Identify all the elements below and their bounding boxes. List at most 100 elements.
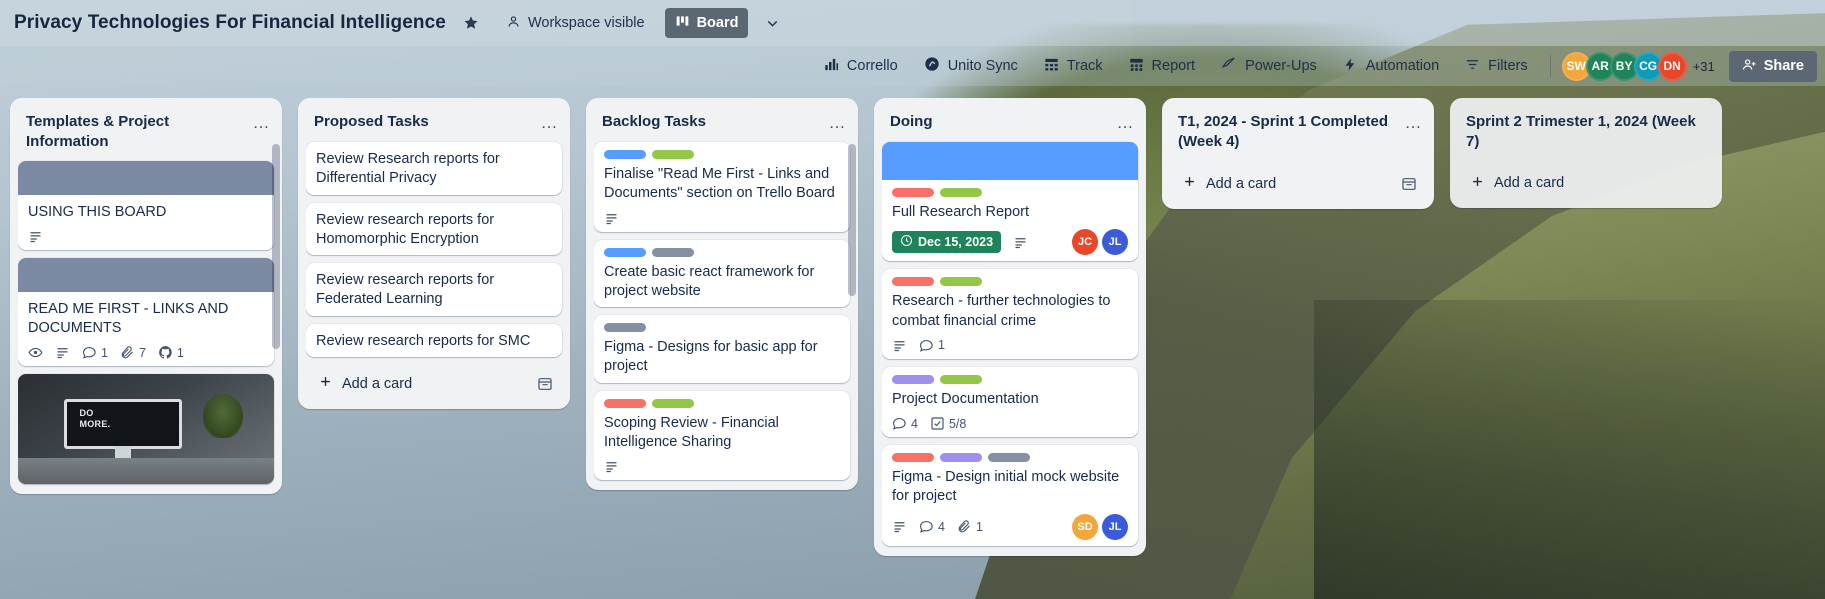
- label-green[interactable]: [940, 374, 982, 384]
- avatar[interactable]: JL: [1102, 513, 1128, 540]
- filters-button[interactable]: Filters: [1454, 51, 1538, 81]
- card-title: Figma - Designs for basic app for projec…: [604, 339, 818, 375]
- card-read-me-first[interactable]: READ ME FIRST - LINKS AND DOCUMENTS 1 7 …: [18, 257, 274, 367]
- label-red[interactable]: [892, 453, 934, 463]
- list-menu-icon[interactable]: …: [824, 110, 850, 136]
- list-scrollbar[interactable]: [272, 144, 280, 486]
- github-count: 1: [176, 345, 184, 360]
- avatar[interactable]: SD: [1072, 513, 1098, 540]
- list-title[interactable]: Doing: [886, 110, 1106, 134]
- star-icon[interactable]: [456, 8, 486, 38]
- add-card-button[interactable]: Add a card: [1466, 171, 1710, 196]
- card-badges: 1 7 1: [28, 345, 264, 360]
- label-green[interactable]: [652, 150, 694, 159]
- avatar-initials: CG: [1639, 59, 1658, 73]
- card-badges: [604, 211, 840, 226]
- share-button[interactable]: Share: [1728, 50, 1817, 82]
- power-up-track-label: Track: [1066, 58, 1103, 74]
- filters-label: Filters: [1488, 58, 1528, 74]
- board-top-bar: Privacy Technologies For Financial Intel…: [0, 0, 1825, 46]
- view-switcher-board-button[interactable]: Board: [664, 8, 749, 38]
- label-blue[interactable]: [604, 247, 646, 257]
- power-up-report[interactable]: Report: [1118, 51, 1207, 81]
- card-title: READ ME FIRST - LINKS AND DOCUMENTS: [28, 300, 229, 337]
- card-using-this-board[interactable]: USING THIS BOARD: [18, 160, 274, 250]
- workspace-visibility-button[interactable]: Workspace visible: [496, 8, 655, 38]
- card-labels: [892, 188, 1128, 197]
- label-red[interactable]: [604, 398, 646, 408]
- plus-icon: [1470, 174, 1485, 193]
- list-title[interactable]: Proposed Tasks: [310, 110, 530, 134]
- card-title: Research - further technologies to comba…: [892, 293, 1111, 329]
- card-figma-designs-basic-app[interactable]: Figma - Designs for basic app for projec…: [594, 315, 850, 383]
- avatar-overflow-count[interactable]: +31: [1693, 59, 1715, 74]
- checklist-count: 5/8: [948, 416, 967, 431]
- list-title[interactable]: Templates & Project Information: [22, 110, 242, 155]
- list-title[interactable]: Sprint 2 Trimester 1, 2024 (Week 7): [1462, 110, 1714, 155]
- card-photo-do-more[interactable]: DO MORE.: [18, 374, 274, 485]
- power-up-track[interactable]: Track: [1033, 51, 1114, 81]
- avatar-initials: SW: [1566, 59, 1586, 73]
- label-green[interactable]: [652, 398, 694, 408]
- label-grey[interactable]: [652, 247, 694, 257]
- label-purple[interactable]: [940, 453, 982, 463]
- board-canvas: Templates & Project Information … USING …: [0, 86, 1825, 599]
- card-full-research-report[interactable]: Full Research Report Dec 15, 2023 JC JL: [882, 142, 1138, 262]
- label-grey[interactable]: [604, 323, 646, 333]
- due-date-badge[interactable]: Dec 15, 2023: [892, 231, 1002, 254]
- automation-button[interactable]: Automation: [1332, 51, 1450, 81]
- chevron-down-icon[interactable]: [758, 9, 786, 37]
- add-card-button[interactable]: Add a card: [314, 371, 532, 396]
- power-up-unito-sync[interactable]: Unito Sync: [913, 51, 1029, 81]
- card-title: Review Research reports for Differential…: [316, 151, 500, 187]
- card-review-homomorphic-encryption[interactable]: Review research reports for Homomorphic …: [306, 202, 562, 256]
- list-header: Backlog Tasks …: [594, 106, 854, 140]
- card-title: Project Documentation: [892, 390, 1039, 407]
- power-ups-button[interactable]: Power-Ups: [1210, 51, 1328, 81]
- avatar[interactable]: JL: [1102, 229, 1128, 256]
- card-badges: [604, 459, 840, 474]
- attachment-icon: [120, 345, 135, 360]
- board-members-avatars: SW AR BY CG DN +31: [1561, 51, 1715, 81]
- label-blue[interactable]: [604, 150, 646, 159]
- card-badges: Dec 15, 2023 JC JL: [892, 229, 1128, 256]
- label-red[interactable]: [892, 188, 934, 197]
- attachment-badge: 1: [957, 519, 983, 534]
- list-scrollbar[interactable]: [848, 144, 856, 482]
- label-purple[interactable]: [892, 374, 934, 384]
- plus-icon: [318, 374, 333, 393]
- label-red[interactable]: [892, 277, 934, 287]
- comment-badge: 4: [919, 519, 945, 534]
- list-t1-2024-sprint-1-completed: T1, 2024 - Sprint 1 Completed (Week 4) ……: [1162, 98, 1434, 209]
- list-menu-icon[interactable]: …: [248, 110, 274, 136]
- card-template-icon[interactable]: [532, 371, 558, 397]
- list-menu-icon[interactable]: …: [1400, 110, 1426, 136]
- card-create-react-framework[interactable]: Create basic react framework for project…: [594, 239, 850, 308]
- card-project-documentation[interactable]: Project Documentation 4 5/8: [882, 366, 1138, 438]
- comment-icon: [919, 519, 934, 534]
- card-research-further-technologies[interactable]: Research - further technologies to comba…: [882, 269, 1138, 359]
- card-finalise-read-me-first[interactable]: Finalise "Read Me First - Links and Docu…: [594, 142, 850, 232]
- avatar[interactable]: JC: [1072, 229, 1098, 256]
- card-review-differential-privacy[interactable]: Review Research reports for Differential…: [306, 142, 562, 195]
- list-footer: Add a card: [1170, 163, 1430, 201]
- label-green[interactable]: [940, 188, 982, 197]
- card-cover: [882, 142, 1138, 180]
- card-review-smc[interactable]: Review research reports for SMC: [306, 323, 562, 357]
- list-title[interactable]: T1, 2024 - Sprint 1 Completed (Week 4): [1174, 110, 1394, 155]
- label-green[interactable]: [940, 277, 982, 287]
- card-scoping-review[interactable]: Scoping Review - Financial Intelligence …: [594, 390, 850, 481]
- list-title[interactable]: Backlog Tasks: [598, 110, 818, 134]
- card-template-icon[interactable]: [1396, 171, 1422, 197]
- power-up-corrello[interactable]: Corrello: [813, 51, 909, 81]
- list-menu-icon[interactable]: …: [536, 110, 562, 136]
- list-menu-icon[interactable]: …: [1112, 110, 1138, 136]
- avatar[interactable]: DN: [1657, 51, 1687, 81]
- label-grey[interactable]: [988, 453, 1030, 463]
- card-figma-design-initial-mock[interactable]: Figma - Design initial mock website for …: [882, 445, 1138, 546]
- card-review-federated-learning[interactable]: Review research reports for Federated Le…: [306, 263, 562, 316]
- avatar-initials: DN: [1663, 59, 1681, 73]
- add-card-button[interactable]: Add a card: [1178, 171, 1396, 196]
- list-doing: Doing … Full Research Report Dec 15, 202…: [874, 98, 1146, 556]
- watch-eye-icon: [28, 345, 43, 360]
